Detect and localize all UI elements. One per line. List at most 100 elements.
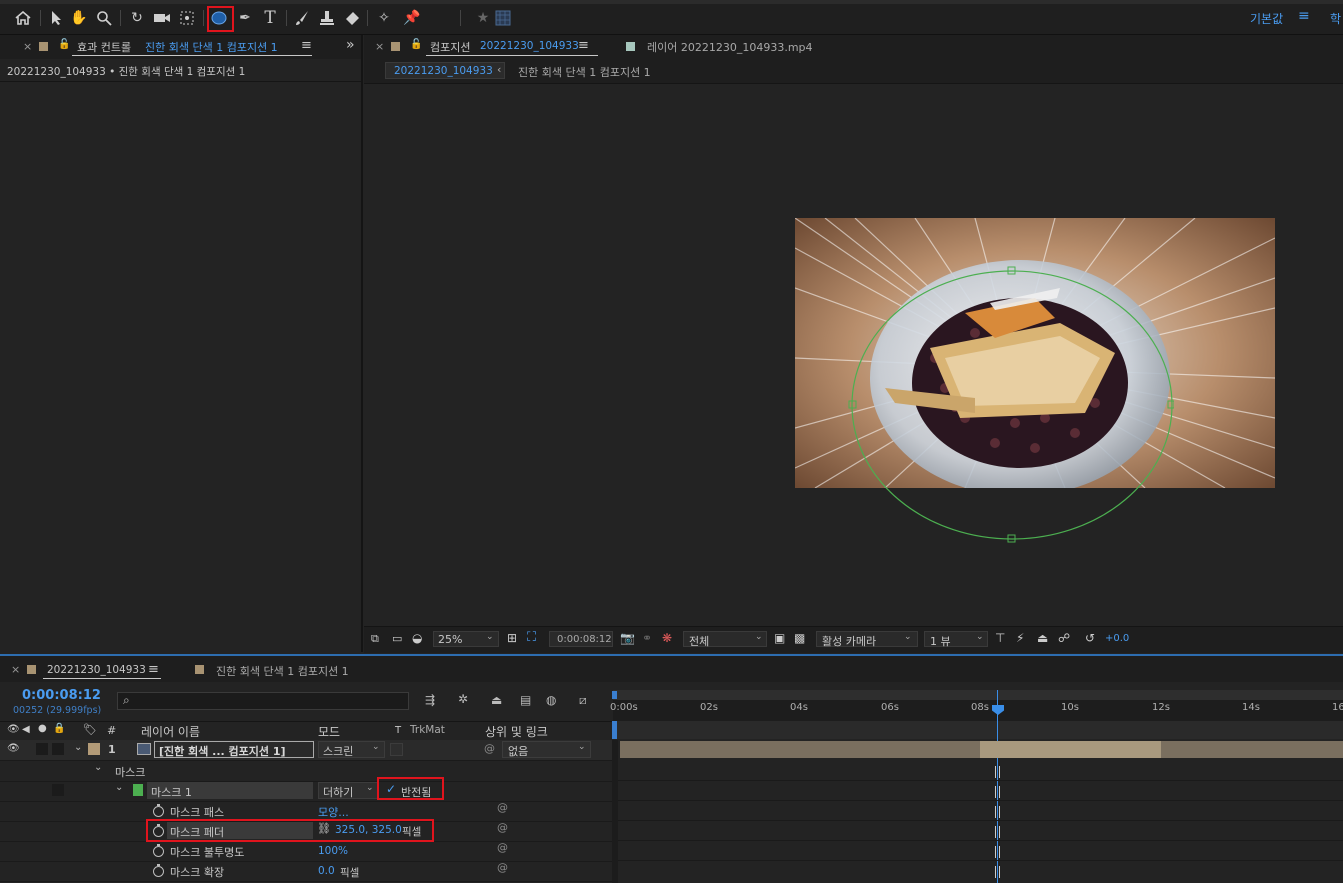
eye-icon[interactable]: 👁	[7, 743, 20, 754]
rotate-icon[interactable]: ↻	[128, 9, 146, 27]
text-icon[interactable]: T	[261, 8, 279, 28]
exposure-value[interactable]: +0.0	[1105, 633, 1129, 644]
puppet-pin-icon[interactable]: 📌	[403, 9, 421, 27]
fit-icon[interactable]: ⊞	[507, 631, 517, 645]
transparency-grid-icon[interactable]: ⛶	[527, 630, 536, 645]
stopwatch-icon[interactable]	[153, 804, 164, 817]
lock-toggle[interactable]	[52, 743, 64, 755]
show-snapshot-icon[interactable]: ⚭	[642, 631, 652, 645]
camera-icon[interactable]	[153, 9, 171, 27]
trkmat-toggle[interactable]	[390, 743, 403, 756]
pan-behind-icon[interactable]	[178, 9, 196, 27]
region-icon[interactable]: ▣	[774, 631, 785, 645]
effects-menu-icon[interactable]: ≡	[301, 38, 312, 53]
timeline-other-tab[interactable]: 진한 회색 단색 1 컴포지션 1	[216, 663, 349, 679]
clone-stamp-icon[interactable]	[318, 9, 336, 27]
pick-whip-icon[interactable]: @	[484, 742, 495, 755]
layer-tab[interactable]: 레이어 20221230_104933.mp4	[647, 39, 813, 55]
breadcrumb-arrow[interactable]: ‹	[497, 63, 501, 76]
shy-icon[interactable]: ⏏	[491, 693, 502, 707]
mask-group-row[interactable]	[0, 761, 612, 782]
layer-duration-highlight[interactable]	[980, 741, 1161, 758]
pick-whip-icon[interactable]: @	[497, 801, 508, 814]
pick-whip-icon[interactable]: @	[497, 821, 508, 834]
keyframe-marker[interactable]	[995, 826, 1000, 838]
effects-tab-target[interactable]: 진한 회색 단색 1 컴포지션 1	[145, 39, 278, 55]
chevron-down-icon[interactable]: ⌄	[74, 742, 82, 753]
comp-menu-icon[interactable]: ≡	[578, 38, 589, 53]
comp-tab-name[interactable]: 20221230_104933	[480, 40, 579, 52]
comp-close-button[interactable]: ×	[375, 40, 384, 53]
timeline-menu-icon[interactable]: ≡	[148, 662, 159, 677]
mask-color-swatch[interactable]	[133, 784, 143, 796]
work-area-start[interactable]	[612, 721, 617, 739]
keyframe-marker[interactable]	[995, 866, 1000, 878]
keyframe-marker[interactable]	[995, 806, 1000, 818]
home-icon[interactable]	[14, 9, 32, 27]
workspace-overflow[interactable]: 학	[1330, 10, 1341, 27]
keyframe-marker[interactable]	[995, 846, 1000, 858]
mask-opacity-value[interactable]: 100%	[318, 845, 348, 857]
effects-tab-prefix[interactable]: 효과 컨트롤	[77, 39, 131, 55]
reset-exposure-icon[interactable]: ↺	[1085, 631, 1095, 645]
motion-blur-icon[interactable]: ◍	[546, 693, 556, 707]
eraser-icon[interactable]	[343, 9, 361, 27]
timeline-close-button[interactable]: ×	[11, 663, 20, 676]
chevron-down-icon[interactable]: ⌄	[94, 762, 102, 773]
layer-search-input[interactable]	[117, 692, 409, 710]
pen-icon[interactable]: ✒	[236, 9, 254, 27]
channel-icon[interactable]: ❋	[662, 631, 672, 645]
work-area-bar[interactable]	[613, 690, 1343, 700]
current-timecode[interactable]: 0:00:08:12	[22, 688, 101, 703]
mask-view-icon[interactable]: ◒	[412, 631, 422, 645]
hand-icon[interactable]: ✋	[70, 9, 88, 27]
transparency-icon[interactable]: ▩	[794, 631, 805, 645]
star-icon[interactable]: ★	[474, 9, 492, 27]
mask-path-value[interactable]: 모양...	[318, 804, 349, 820]
graph-editor-icon[interactable]: ⧄	[579, 693, 587, 708]
chevron-down-icon[interactable]: ⌄	[115, 782, 123, 793]
zoom-icon[interactable]	[95, 9, 113, 27]
hamburger-icon[interactable]: ≡	[1298, 8, 1310, 24]
layer-label-color[interactable]	[88, 743, 100, 755]
mode-header[interactable]: 모드	[318, 723, 340, 740]
trkmat-header[interactable]: TrkMat	[410, 724, 445, 736]
comp-mini-flowchart-icon[interactable]: ⇶	[425, 693, 435, 707]
mask-opacity-row[interactable]	[0, 841, 612, 862]
draft-3d-icon[interactable]: ✲	[458, 692, 468, 706]
parent-header[interactable]: 상위 및 링크	[485, 723, 548, 740]
roto-brush-icon[interactable]: ✧	[375, 9, 393, 27]
workspace-label[interactable]: 기본값	[1250, 10, 1283, 27]
toggle-pixel-icon[interactable]: ⊤	[995, 631, 1005, 645]
layer-name-header[interactable]: 레이어 이름	[141, 723, 200, 740]
stopwatch-icon[interactable]	[153, 864, 164, 877]
fast-preview-icon[interactable]: ⚡	[1016, 631, 1024, 645]
monitor-icon[interactable]: ▭	[392, 632, 402, 645]
work-area-start-handle[interactable]	[612, 691, 617, 699]
breadcrumb-next[interactable]: 진한 회색 단색 1 컴포지션 1	[518, 64, 651, 80]
stopwatch-icon[interactable]	[153, 844, 164, 857]
keyframe-marker[interactable]	[995, 786, 1000, 798]
audio-header-icon[interactable]: ◀	[22, 724, 30, 735]
flowchart-icon[interactable]: ☍	[1058, 631, 1070, 645]
timeline-comp-tab[interactable]: 20221230_104933	[47, 664, 146, 676]
mask-expansion-row[interactable]	[0, 861, 612, 882]
brush-icon[interactable]	[293, 9, 311, 27]
mask-lock-toggle[interactable]	[52, 784, 64, 796]
grid-icon[interactable]	[494, 9, 512, 27]
visibility-header-icon[interactable]: 👁	[7, 724, 20, 735]
solo-header-icon[interactable]: ●	[38, 723, 47, 734]
always-preview-icon[interactable]: ⧉	[371, 632, 379, 646]
panel-expand-icon[interactable]: »	[346, 37, 355, 53]
timeline-icon[interactable]: ⏏	[1037, 631, 1048, 645]
keyframe-marker[interactable]	[995, 766, 1000, 778]
pick-whip-icon[interactable]: @	[497, 841, 508, 854]
mask-path-overlay[interactable]	[844, 260, 1174, 545]
lock-header-icon[interactable]: 🔒	[53, 723, 65, 734]
effects-close-button[interactable]: ×	[23, 40, 32, 53]
snapshot-icon[interactable]: 📷	[620, 631, 635, 645]
comp-tab-prefix[interactable]: 컴포지션	[430, 39, 470, 55]
label-header-icon[interactable]: 🏷	[83, 723, 97, 736]
pick-whip-icon[interactable]: @	[497, 861, 508, 874]
frame-blend-icon[interactable]: ▤	[520, 693, 531, 707]
